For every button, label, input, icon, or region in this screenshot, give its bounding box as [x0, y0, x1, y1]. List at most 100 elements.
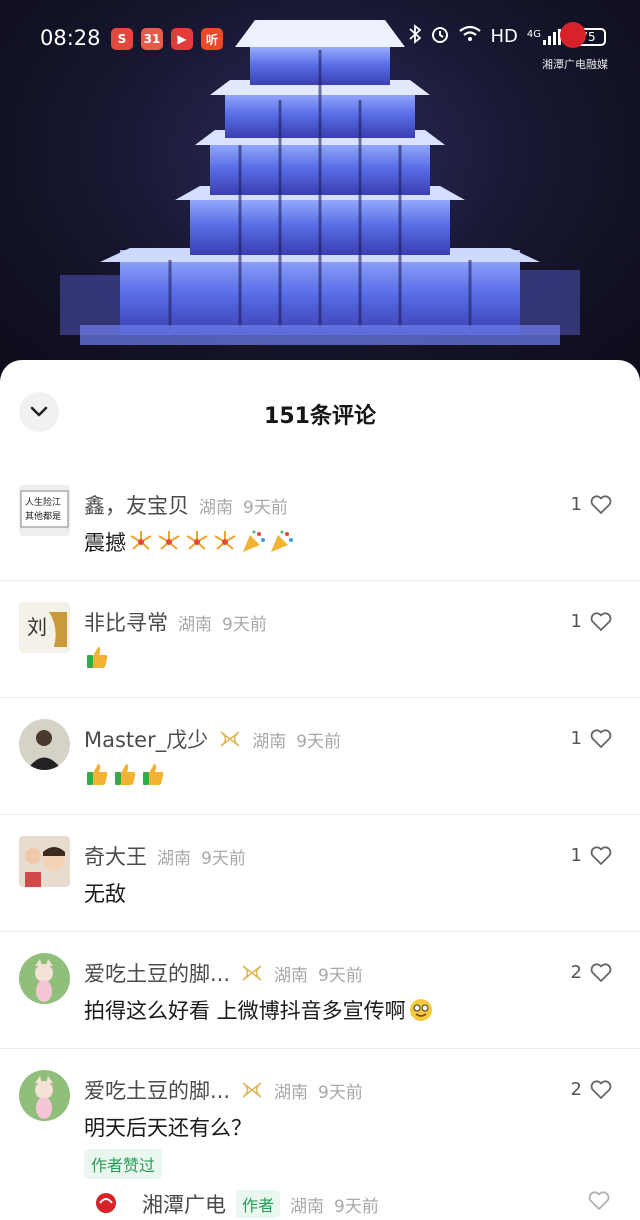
svg-text:其他都是: 其他都是 — [25, 510, 61, 522]
comment-item[interactable]: Master_戊少 湖南 9天前 1 — [0, 698, 640, 815]
username[interactable]: 奇大王 — [84, 841, 147, 871]
comment-text: 拍得这么好看 上微博抖音多宣传啊 — [84, 995, 434, 1025]
reply-avatar[interactable] — [90, 1189, 122, 1220]
avatar[interactable] — [19, 719, 70, 770]
heart-icon — [590, 611, 612, 631]
region: 湖南 — [199, 497, 233, 518]
thumbs-up-emoji-icon — [115, 764, 136, 785]
thumbs-up-emoji-icon — [87, 764, 108, 785]
signal-label: 4G — [526, 28, 541, 40]
comments-title: 151条评论 — [264, 404, 376, 429]
heart-icon — [590, 962, 612, 982]
comment-text — [84, 644, 110, 670]
app-4-icon: 听 — [201, 28, 223, 50]
svg-text:人生险江: 人生险江 — [25, 496, 61, 508]
svg-text:刘: 刘 — [27, 615, 47, 639]
username[interactable]: Master_戊少 — [84, 724, 208, 754]
comment-item[interactable]: 奇大王 湖南 9天前 无敌 1 — [0, 815, 640, 932]
username[interactable]: 鑫，友宝贝 — [84, 490, 189, 520]
signal-icon: 4G — [526, 28, 561, 45]
region: 湖南 — [178, 614, 212, 635]
status-time: 08:28 — [40, 26, 101, 50]
comment-item[interactable]: 爱吃土豆的脚... 湖南 9天前 拍得这么好看 上微博抖音多宣传啊 2 — [0, 932, 640, 1049]
comment-meta: 爱吃土豆的脚... 湖南 9天前 — [84, 958, 363, 988]
like-count: 1 — [570, 728, 582, 749]
region: 湖南 — [157, 848, 191, 869]
reply-item[interactable]: 湘潭广电 作者 湖南 9天前 — [84, 1183, 624, 1220]
comments-header: 151条评论 — [0, 360, 640, 464]
timestamp: 9天前 — [334, 1196, 379, 1217]
comment-text — [84, 761, 166, 787]
like-count: 1 — [570, 845, 582, 866]
reply-like-button[interactable] — [588, 1191, 610, 1211]
heart-icon — [588, 1191, 610, 1210]
timestamp: 9天前 — [318, 965, 363, 986]
reply-username[interactable]: 湘潭广电 — [142, 1189, 226, 1219]
timestamp: 9天前 — [243, 497, 288, 518]
wifi-icon — [459, 25, 482, 48]
author-tag: 作者 — [236, 1190, 281, 1218]
firework-emoji-icon — [158, 531, 180, 550]
comment-meta: 鑫，友宝贝 湖南 9天前 — [84, 490, 288, 520]
notification-app-icons: S 31 ▶ 听 — [111, 28, 223, 50]
comment-text-content: 明天后天还有么？ — [84, 1116, 252, 1140]
region: 湖南 — [274, 1082, 309, 1103]
status-bar: 08:28 S 31 ▶ 听 HD 4G 75 湘潭广电融媒 — [0, 0, 640, 80]
reply-meta: 湘潭广电 作者 湖南 9天前 — [142, 1189, 379, 1219]
like-button[interactable]: 1 — [571, 611, 612, 632]
comment-meta: 奇大王 湖南 9天前 — [84, 841, 246, 871]
comment-meta: 爱吃土豆的脚... 湖南 9天前 — [84, 1075, 363, 1105]
timestamp: 9天前 — [296, 731, 342, 752]
like-count: 2 — [570, 1079, 582, 1100]
app-1-icon: S — [111, 28, 133, 50]
grin-emoji-icon — [409, 999, 432, 1021]
username[interactable]: 爱吃土豆的脚... — [84, 958, 230, 988]
watermark: 湘潭广电融媒 — [542, 58, 608, 71]
like-count: 1 — [570, 494, 582, 515]
comment-meta: 非比寻常 湖南 9天前 — [84, 607, 267, 637]
avatar[interactable] — [19, 1070, 70, 1121]
avatar[interactable] — [19, 836, 70, 887]
comment-text: 明天后天还有么？ — [84, 1112, 252, 1142]
vip-badge-icon — [242, 1082, 262, 1098]
like-button[interactable]: 2 — [571, 1079, 612, 1100]
app-3-icon: ▶ — [171, 28, 193, 50]
comment-meta: Master_戊少 湖南 9天前 — [84, 724, 341, 754]
like-button[interactable]: 1 — [571, 845, 612, 866]
vip-badge-icon — [220, 731, 240, 747]
heart-icon — [590, 845, 612, 865]
firework-emoji-icon — [130, 531, 152, 550]
comment-item[interactable]: 爱吃土豆的脚... 湖南 9天前 明天后天还有么？ 2 作者赞过 湘潭广电 作者… — [0, 1049, 640, 1220]
region: 湖南 — [290, 1196, 325, 1217]
avatar[interactable]: 刘 — [19, 602, 70, 653]
firework-emoji-icon — [214, 531, 236, 550]
like-count: 2 — [570, 962, 582, 983]
party-popper-emoji-icon — [271, 530, 293, 552]
comment-text-content: 拍得这么好看 上微博抖音多宣传啊 — [84, 999, 406, 1023]
firework-emoji-icon — [186, 531, 208, 550]
like-button[interactable]: 2 — [571, 962, 612, 983]
comment-text-content: 震撼 — [84, 531, 126, 555]
brand-logo-icon — [560, 22, 586, 48]
network-label: HD — [490, 26, 518, 47]
heart-icon — [590, 728, 612, 748]
like-button[interactable]: 1 — [571, 728, 612, 749]
username[interactable]: 非比寻常 — [84, 607, 168, 637]
timestamp: 9天前 — [201, 848, 246, 869]
avatar[interactable] — [19, 953, 70, 1004]
vip-badge-icon — [242, 965, 262, 981]
like-button[interactable]: 1 — [571, 494, 612, 515]
comment-item[interactable]: 人生险江其他都是 鑫，友宝贝 湖南 9天前 震撼 1 — [0, 464, 640, 581]
avatar[interactable]: 人生险江 其他都是 — [19, 485, 70, 536]
party-popper-emoji-icon — [243, 530, 265, 552]
comment-text: 震撼 — [84, 527, 294, 557]
region: 湖南 — [252, 731, 287, 752]
comment-item[interactable]: 刘 非比寻常 湖南 9天前 1 — [0, 581, 640, 698]
thumbs-up-emoji-icon — [143, 764, 164, 785]
username[interactable]: 爱吃土豆的脚... — [84, 1075, 230, 1105]
region: 湖南 — [274, 965, 309, 986]
thumbs-up-emoji-icon — [87, 647, 108, 668]
comment-text: 无敌 — [84, 878, 126, 908]
comment-text-content: 无敌 — [84, 882, 126, 906]
heart-icon — [590, 1079, 612, 1099]
